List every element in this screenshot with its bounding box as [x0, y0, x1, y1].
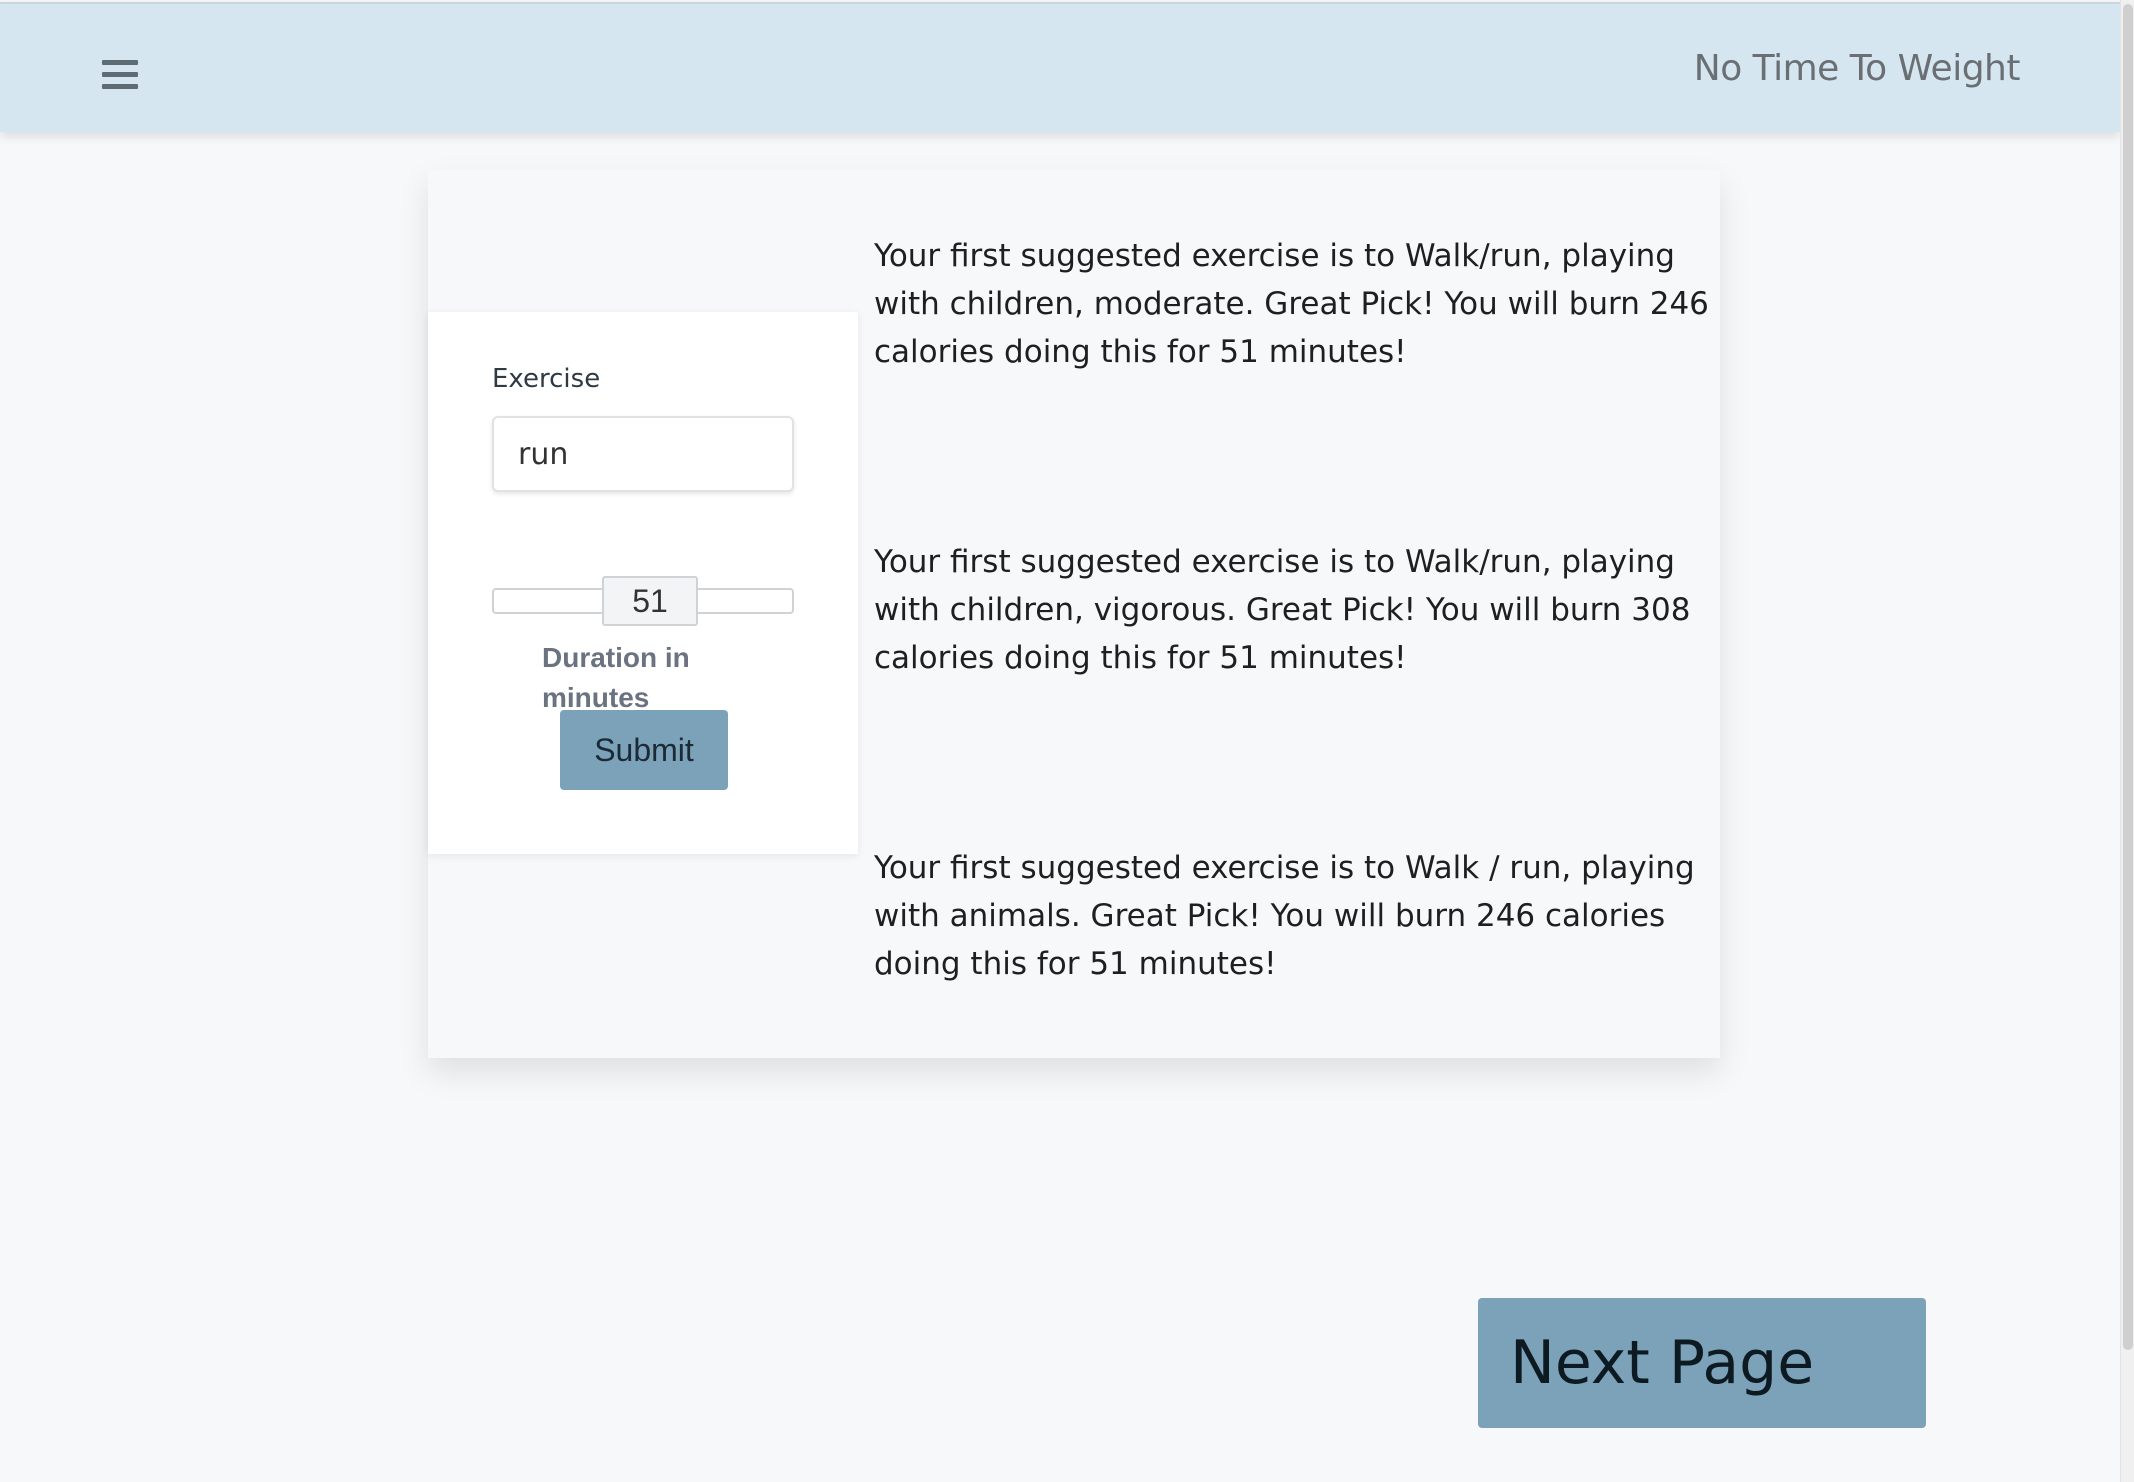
hamburger-menu-icon[interactable] [102, 60, 140, 92]
page: No Time To Weight Exercise 51 Duration i… [0, 0, 2134, 1482]
vertical-scrollbar[interactable] [2120, 0, 2134, 1482]
duration-label: Duration in minutes [542, 642, 690, 713]
scrollbar-thumb[interactable] [2123, 4, 2133, 1350]
brand-title[interactable]: No Time To Weight [1694, 48, 2021, 89]
suggestion-text-1: Your first suggested exercise is to Walk… [874, 238, 1709, 370]
exercise-form: Exercise 51 Duration in minutes Submit [428, 312, 858, 854]
submit-button[interactable]: Submit [560, 710, 728, 790]
exercise-input[interactable] [492, 416, 794, 492]
next-page-button[interactable]: Next Page [1478, 1298, 1926, 1428]
exercise-label: Exercise [492, 364, 601, 394]
top-navbar: No Time To Weight [0, 2, 2120, 132]
duration-slider-thumb[interactable]: 51 [602, 576, 698, 626]
suggestion-text-2: Your first suggested exercise is to Walk… [874, 544, 1691, 676]
suggestion-text-3: Your first suggested exercise is to Walk… [874, 850, 1695, 982]
